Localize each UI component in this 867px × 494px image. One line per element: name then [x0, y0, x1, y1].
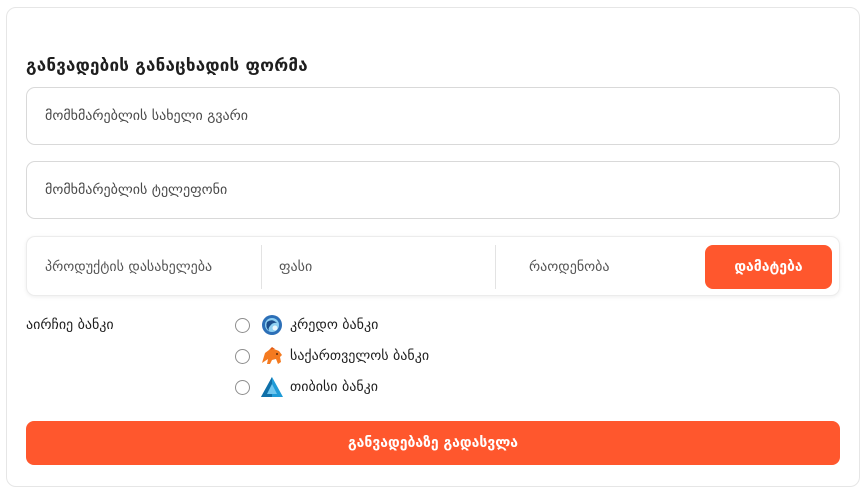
- bank-option-label: საქართველოს ბანკი: [290, 348, 430, 364]
- radio-button[interactable]: [235, 317, 250, 333]
- tbc-bank-logo-icon: [260, 375, 284, 399]
- choose-bank-label: აირჩიე ბანკი: [26, 317, 114, 333]
- radio-button[interactable]: [235, 379, 250, 395]
- bank-option-label: კრედო ბანკი: [290, 317, 379, 333]
- customer-name-input[interactable]: [45, 108, 839, 124]
- form-title: განვადების განაცხადის ფორმა: [26, 56, 308, 76]
- product-name-cell[interactable]: [45, 237, 265, 297]
- bank-option-bank-of-georgia[interactable]: საქართველოს ბანკი: [235, 344, 429, 368]
- product-price-cell[interactable]: [279, 237, 489, 297]
- divider: [495, 245, 496, 289]
- product-quantity-cell[interactable]: [529, 237, 699, 297]
- product-quantity-input[interactable]: [529, 259, 699, 275]
- bank-option-credo[interactable]: კრედო ბანკი: [235, 313, 378, 337]
- proceed-to-installment-button[interactable]: განვადებაზე გადასვლა: [26, 421, 840, 465]
- bank-option-label: თიბისი ბანკი: [290, 379, 379, 395]
- customer-phone-field[interactable]: [26, 161, 840, 219]
- customer-phone-input[interactable]: [45, 182, 839, 198]
- product-name-input[interactable]: [45, 259, 265, 275]
- divider: [261, 245, 262, 289]
- customer-name-field[interactable]: [26, 87, 840, 145]
- product-price-input[interactable]: [279, 259, 489, 275]
- product-row: დამატება: [26, 236, 840, 296]
- bank-option-tbc[interactable]: თიბისი ბანკი: [235, 375, 378, 399]
- bank-of-georgia-logo-icon: [260, 344, 284, 368]
- add-product-button[interactable]: დამატება: [705, 245, 832, 289]
- radio-button[interactable]: [235, 348, 250, 364]
- credo-bank-logo-icon: [260, 313, 284, 337]
